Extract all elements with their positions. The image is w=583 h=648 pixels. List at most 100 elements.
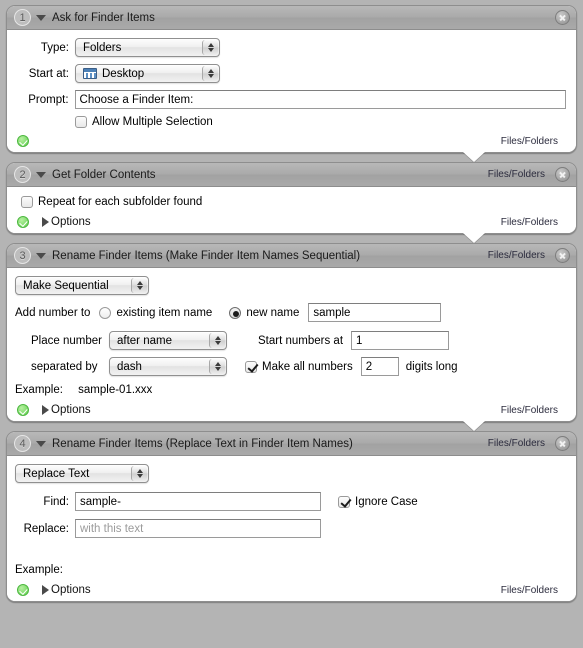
options-disclosure-icon-2[interactable] xyxy=(42,217,49,227)
type-popup-button[interactable]: Folders xyxy=(75,38,220,57)
allow-multiple-checkbox[interactable] xyxy=(75,116,87,128)
close-icon-4[interactable] xyxy=(555,436,570,451)
start-numbers-at-label: Start numbers at xyxy=(258,334,344,347)
place-number-label: Place number xyxy=(31,334,102,347)
place-number-popup-button[interactable]: after name xyxy=(109,331,227,350)
separated-by-row: separated by dash Make all numbers 2 dig… xyxy=(31,357,566,376)
disclosure-triangle-icon-3[interactable] xyxy=(36,252,46,259)
action-header-4[interactable]: 4 Rename Finder Items (Replace Text in F… xyxy=(7,432,576,456)
action-footer-1: Files/Folders xyxy=(7,133,576,152)
digits-long-label: digits long xyxy=(405,360,458,373)
ignore-case-checkbox[interactable] xyxy=(338,495,350,508)
action-footer-3: Options Files/Folders xyxy=(7,402,576,421)
add-number-to-label: Add number to xyxy=(15,306,91,319)
connector-notch-icon-1 xyxy=(463,152,485,162)
connector-notch-icon-2 xyxy=(463,233,485,243)
action-footer-2: Options Files/Folders xyxy=(7,214,576,233)
connector-notch-icon-3 xyxy=(463,421,485,431)
allow-multiple-row[interactable]: Allow Multiple Selection xyxy=(75,116,566,128)
rename-mode-stepper-icon[interactable] xyxy=(131,278,147,293)
options-disclosure-icon-4[interactable] xyxy=(42,585,49,595)
action-number-badge-4: 4 xyxy=(14,435,31,452)
new-name-input-value: sample xyxy=(313,306,351,319)
action-footer-4: Options Files/Folders xyxy=(7,582,576,601)
digits-input-value: 2 xyxy=(365,360,373,373)
connector-1-2 xyxy=(0,152,583,162)
place-number-row: Place number after name Start numbers at… xyxy=(31,331,566,350)
start-at-row: Start at: Desktop xyxy=(17,64,566,83)
action-card-2[interactable]: 2 Get Folder Contents Files/Folders Repe… xyxy=(6,162,577,234)
start-numbers-at-value: 1 xyxy=(356,334,363,347)
action-header-2[interactable]: 2 Get Folder Contents Files/Folders xyxy=(7,163,576,187)
new-name-radio[interactable] xyxy=(229,306,242,319)
separated-by-stepper-icon[interactable] xyxy=(209,359,225,374)
action-body-3: Make Sequential Add number to existing i… xyxy=(7,268,576,396)
start-at-popup-value: Desktop xyxy=(102,67,145,80)
find-input[interactable]: sample- xyxy=(75,492,321,511)
repeat-subfolder-row[interactable]: Repeat for each subfolder found xyxy=(21,196,566,208)
action-header-1[interactable]: 1 Ask for Finder Items xyxy=(7,6,576,30)
options-label-2[interactable]: Options xyxy=(51,216,91,228)
new-name-label[interactable]: new name xyxy=(246,307,299,319)
find-row: Find: sample- Ignore Case xyxy=(15,492,566,511)
disclosure-triangle-icon-4[interactable] xyxy=(36,440,46,447)
example-value-3: sample-01.xxx xyxy=(78,384,153,396)
make-all-numbers-checkbox[interactable] xyxy=(245,360,257,373)
digits-input[interactable]: 2 xyxy=(360,357,399,376)
find-input-value: sample- xyxy=(80,495,121,508)
action-number-badge-1: 1 xyxy=(14,9,31,26)
repeat-subfolder-checkbox[interactable] xyxy=(21,196,33,208)
example-row-3: Example: sample-01.xxx xyxy=(15,384,566,396)
replace-input[interactable]: with this text xyxy=(75,519,321,538)
place-number-value: after name xyxy=(117,334,172,347)
action-card-4[interactable]: 4 Rename Finder Items (Replace Text in F… xyxy=(6,431,577,602)
start-at-popup-stepper-icon[interactable] xyxy=(202,66,218,81)
type-popup-stepper-icon[interactable] xyxy=(202,40,218,55)
start-numbers-at-input[interactable]: 1 xyxy=(351,331,450,350)
options-label-4[interactable]: Options xyxy=(51,584,91,596)
action-header-kind-2: Files/Folders xyxy=(487,169,545,180)
new-name-input[interactable]: sample xyxy=(308,303,442,322)
action-body-4: Replace Text Find: sample- Ignore Case R… xyxy=(7,456,576,576)
replace-mode-stepper-icon[interactable] xyxy=(131,466,147,481)
prompt-input[interactable]: Choose a Finder Item: xyxy=(74,90,566,109)
action-header-kind-4: Files/Folders xyxy=(487,438,545,449)
action-header-kind-3: Files/Folders xyxy=(487,250,545,261)
options-label-3[interactable]: Options xyxy=(51,404,91,416)
close-icon-3[interactable] xyxy=(555,248,570,263)
existing-item-name-label[interactable]: existing item name xyxy=(116,307,212,319)
type-label: Type: xyxy=(40,41,69,54)
disclosure-triangle-icon-1[interactable] xyxy=(36,14,46,21)
place-number-stepper-icon[interactable] xyxy=(209,333,225,348)
start-at-popup-button[interactable]: Desktop xyxy=(75,64,220,83)
separated-by-popup-button[interactable]: dash xyxy=(109,357,227,376)
action-number-badge-3: 3 xyxy=(14,247,31,264)
action-title-1: Ask for Finder Items xyxy=(52,11,155,24)
status-check-icon-1 xyxy=(17,135,29,147)
options-disclosure-icon-3[interactable] xyxy=(42,405,49,415)
action-body-1: Type: Folders Start at: Desktop Prompt: … xyxy=(7,30,576,128)
status-check-icon-4 xyxy=(17,584,29,596)
prompt-row: Prompt: Choose a Finder Item: xyxy=(17,90,566,109)
action-output-kind-4: Files/Folders xyxy=(500,584,558,596)
action-output-kind-2: Files/Folders xyxy=(500,216,558,228)
ignore-case-label: Ignore Case xyxy=(355,495,418,508)
rename-mode-value: Make Sequential xyxy=(23,279,109,292)
action-output-kind-3: Files/Folders xyxy=(500,404,558,416)
make-all-numbers-label: Make all numbers xyxy=(262,360,353,373)
action-card-1[interactable]: 1 Ask for Finder Items Type: Folders Sta… xyxy=(6,5,577,153)
existing-item-name-radio[interactable] xyxy=(99,306,112,319)
replace-mode-value: Replace Text xyxy=(23,467,90,480)
separated-by-value: dash xyxy=(117,360,142,373)
action-header-3[interactable]: 3 Rename Finder Items (Make Finder Item … xyxy=(7,244,576,268)
disclosure-triangle-icon-2[interactable] xyxy=(36,171,46,178)
close-icon-1[interactable] xyxy=(555,10,570,25)
status-check-icon-2 xyxy=(17,216,29,228)
rename-mode-popup-button[interactable]: Make Sequential xyxy=(15,276,149,295)
separated-by-label: separated by xyxy=(31,360,98,373)
action-card-3[interactable]: 3 Rename Finder Items (Make Finder Item … xyxy=(6,243,577,422)
close-icon-2[interactable] xyxy=(555,167,570,182)
replace-label: Replace: xyxy=(23,522,69,535)
replace-mode-popup-button[interactable]: Replace Text xyxy=(15,464,149,483)
example-label-4: Example: xyxy=(15,564,63,576)
